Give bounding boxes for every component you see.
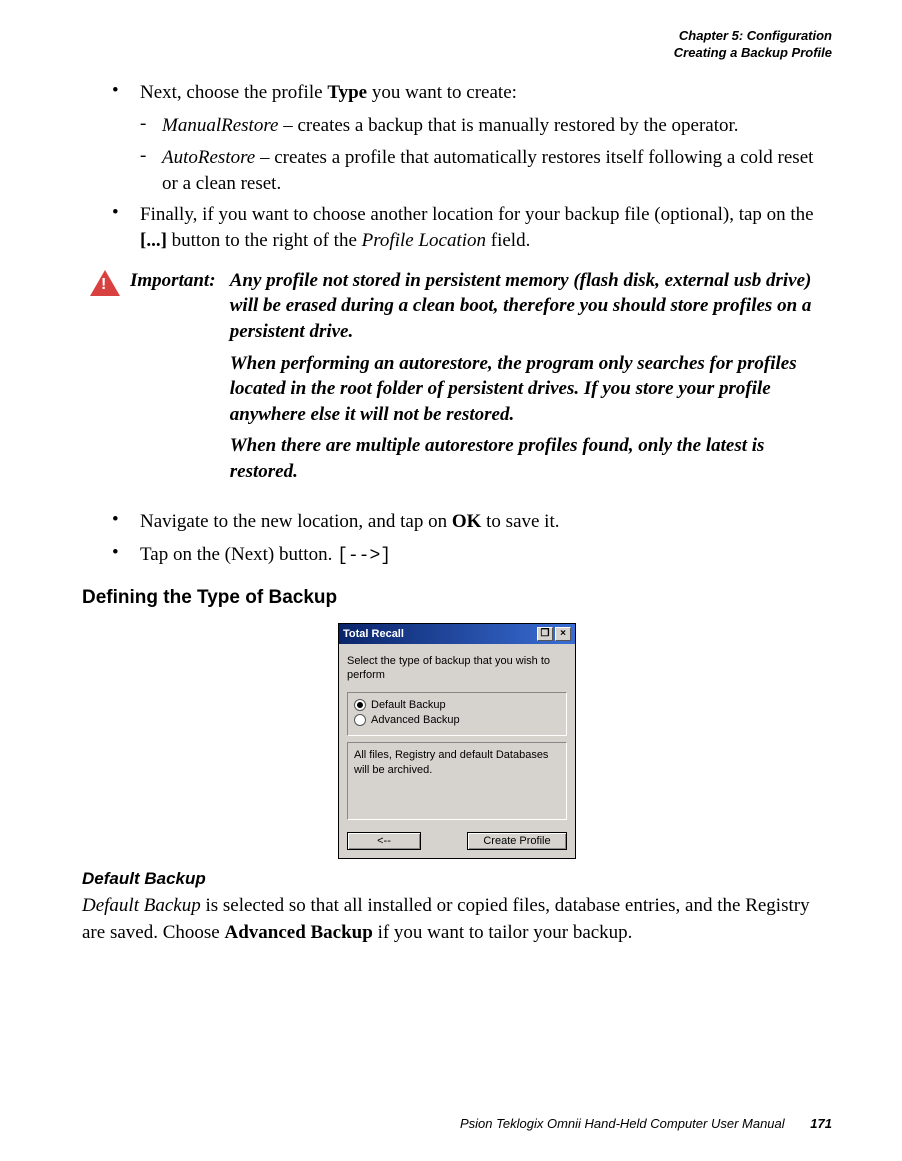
bullet-next: • Tap on the (Next) button. [-->] <box>112 542 832 568</box>
important-label: Important: <box>130 268 225 294</box>
radio-advanced-backup[interactable]: Advanced Backup <box>354 714 560 726</box>
dash-marker: - <box>140 145 162 196</box>
section-heading: Defining the Type of Backup <box>82 587 832 609</box>
warning-icon <box>90 268 130 491</box>
bullet-location: • Finally, if you want to choose another… <box>112 202 832 253</box>
page-footer: Psion Teklogix Omnii Hand-Held Computer … <box>460 1116 832 1131</box>
bullet-text: Next, choose the profile Type you want t… <box>140 80 832 106</box>
chapter-label: Chapter 5: Configuration <box>82 28 832 45</box>
bullet-navigate: • Navigate to the new location, and tap … <box>112 509 832 535</box>
sub-text: AutoRestore – creates a profile that aut… <box>162 145 832 196</box>
default-backup-paragraph: Default Backup is selected so that all i… <box>82 893 832 945</box>
backup-description: All files, Registry and default Database… <box>347 742 567 820</box>
bullet-marker: • <box>112 80 140 106</box>
important-body: Any profile not stored in persistent mem… <box>230 268 832 491</box>
total-recall-dialog: Total Recall ❐ × Select the type of back… <box>338 623 576 860</box>
bullet-text: Tap on the (Next) button. [-->] <box>140 542 832 568</box>
bullet-marker: • <box>112 542 140 568</box>
dialog-title: Total Recall <box>343 628 404 640</box>
radio-icon <box>354 714 366 726</box>
dialog-prompt: Select the type of backup that you wish … <box>347 654 567 683</box>
bullet-text: Finally, if you want to choose another l… <box>140 202 832 253</box>
section-label: Creating a Backup Profile <box>82 45 832 62</box>
radio-icon <box>354 699 366 711</box>
radio-default-backup[interactable]: Default Backup <box>354 699 560 711</box>
radio-label: Advanced Backup <box>371 714 460 726</box>
important-callout: Important: Any profile not stored in per… <box>90 268 832 491</box>
sub-auto-restore: - AutoRestore – creates a profile that a… <box>140 145 832 196</box>
back-button[interactable]: <-- <box>347 832 421 850</box>
bullet-marker: • <box>112 509 140 535</box>
backup-type-radio-group: Default Backup Advanced Backup <box>347 692 567 736</box>
dash-marker: - <box>140 113 162 139</box>
bullet-text: Navigate to the new location, and tap on… <box>140 509 832 535</box>
radio-label: Default Backup <box>371 699 446 711</box>
bullet-marker: • <box>112 202 140 253</box>
sub-manual-restore: - ManualRestore – creates a backup that … <box>140 113 832 139</box>
maximize-button[interactable]: ❐ <box>537 627 553 641</box>
dialog-screenshot: Total Recall ❐ × Select the type of back… <box>82 623 832 860</box>
sub-text: ManualRestore – creates a backup that is… <box>162 113 832 139</box>
bullet-profile-type: • Next, choose the profile Type you want… <box>112 80 832 106</box>
next-arrow-icon: [-->] <box>337 546 391 566</box>
sub-heading-default-backup: Default Backup <box>82 869 832 889</box>
manual-title: Psion Teklogix Omnii Hand-Held Computer … <box>460 1116 785 1131</box>
create-profile-button[interactable]: Create Profile <box>467 832 567 850</box>
dialog-titlebar: Total Recall ❐ × <box>339 624 575 644</box>
close-button[interactable]: × <box>555 627 571 641</box>
page-header: Chapter 5: Configuration Creating a Back… <box>82 28 832 62</box>
page-number: 171 <box>810 1116 832 1131</box>
